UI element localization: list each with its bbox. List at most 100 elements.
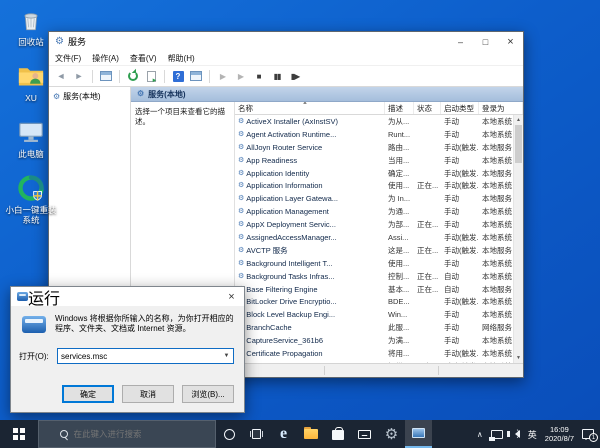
browse-button[interactable]: 浏览(B)... bbox=[182, 385, 234, 403]
open-combobox[interactable]: ▼ bbox=[57, 348, 234, 364]
service-name: BitLocker Drive Encryptio... bbox=[246, 297, 337, 307]
mail-button[interactable] bbox=[351, 420, 378, 448]
search-input[interactable] bbox=[73, 429, 204, 439]
refresh-icon[interactable] bbox=[126, 69, 140, 83]
menu-file[interactable]: 文件(F) bbox=[55, 53, 81, 64]
service-desc: 为通... bbox=[388, 207, 410, 217]
service-logon: 本地系统 bbox=[482, 129, 512, 139]
column-header-logon-as[interactable]: 登录为 bbox=[479, 102, 523, 114]
service-row[interactable]: ⚙ Agent Activation Runtime... Runt... 手动 本地系… bbox=[235, 128, 513, 141]
service-startup: 自动 bbox=[444, 284, 459, 294]
cortana-button[interactable] bbox=[216, 420, 243, 448]
store-button[interactable] bbox=[324, 420, 351, 448]
run-close-button[interactable]: × bbox=[219, 287, 244, 306]
open-input[interactable] bbox=[58, 349, 220, 363]
service-logon: 本地系统 bbox=[482, 348, 512, 358]
desktop-icon-recycle-bin[interactable]: 回收站 bbox=[5, 5, 57, 47]
service-desc: Runt... bbox=[388, 129, 411, 139]
taskbar-clock[interactable]: 16:09 2020/8/7 bbox=[545, 425, 574, 443]
network-icon[interactable] bbox=[488, 429, 503, 441]
service-startup: 手动 bbox=[444, 220, 459, 230]
service-row[interactable]: ⚙CaptureService_361b6为满...手动本地系统 bbox=[235, 334, 513, 347]
task-view-button[interactable] bbox=[243, 420, 270, 448]
vertical-scrollbar[interactable]: ▲ ▼ bbox=[513, 115, 523, 363]
service-row[interactable]: ⚙BranchCache此服...手动网络服务 bbox=[235, 321, 513, 334]
show-hidden-icons-chevron[interactable]: ∧ bbox=[477, 430, 483, 439]
service-desc: 使用... bbox=[388, 181, 410, 191]
service-row[interactable]: ⚙ Application Information 使用... 正在... 手动(触发.… bbox=[235, 179, 513, 192]
file-explorer-button[interactable] bbox=[297, 420, 324, 448]
service-row[interactable]: ⚙ AVCTP 服务 这是... 正在... 手动(触发... 本地服务 bbox=[235, 244, 513, 257]
services-list: ▲ 名称 描述 状态 启动类型 登录为 ⚙ ActiveX Installer (A… bbox=[235, 102, 523, 363]
restart-service-icon[interactable]: ▮▶ bbox=[288, 69, 302, 83]
desktop-icon-this-pc[interactable]: 此电脑 bbox=[5, 117, 57, 159]
service-row[interactable]: ⚙ Background Tasks Infras... 控制... 正在... 自动 本… bbox=[235, 270, 513, 283]
service-gear-icon: ⚙ bbox=[238, 233, 245, 241]
stop-service-icon[interactable]: ■ bbox=[252, 69, 266, 83]
service-startup: 手动 bbox=[444, 310, 459, 320]
desktop-icon-xu-folder[interactable]: XU bbox=[5, 61, 57, 103]
maximize-button[interactable]: □ bbox=[473, 32, 498, 51]
active-window-button[interactable] bbox=[405, 420, 432, 448]
service-row[interactable]: ⚙ App Readiness 当用... 手动 本地系统 bbox=[235, 154, 513, 167]
show-action-pane-icon[interactable] bbox=[189, 69, 203, 83]
scroll-down-icon[interactable]: ▼ bbox=[514, 353, 523, 363]
service-gear-icon: ⚙ bbox=[238, 143, 245, 151]
task-view-icon bbox=[250, 429, 263, 439]
service-row[interactable]: ⚙ AppX Deployment Servic... 为部... 正在... 手动 本地… bbox=[235, 218, 513, 231]
export-list-icon[interactable] bbox=[144, 69, 158, 84]
taskbar: e ⚙ ∧ 英 16:09 2020/8/7 1 bbox=[0, 420, 600, 448]
menu-view[interactable]: 查看(V) bbox=[130, 53, 157, 64]
service-row[interactable]: ⚙ Application Management 为通... 手动 本地系统 bbox=[235, 205, 513, 218]
ime-indicator[interactable]: 英 bbox=[528, 428, 537, 441]
taskbar-search[interactable] bbox=[38, 420, 216, 448]
scrollbar-thumb[interactable] bbox=[515, 125, 522, 163]
forward-icon[interactable]: ► bbox=[72, 69, 86, 83]
volume-icon[interactable] bbox=[506, 428, 520, 438]
service-row[interactable]: ⚙ Application Identity 确定... 手动(触发... 本地服务 bbox=[235, 167, 513, 180]
scroll-up-icon[interactable]: ▲ bbox=[514, 115, 523, 125]
service-row[interactable]: ⚙Certificate Propagation将用...手动(触发...本地系… bbox=[235, 347, 513, 360]
ok-button[interactable]: 确定 bbox=[62, 385, 114, 403]
menu-action[interactable]: 操作(A) bbox=[92, 53, 119, 64]
start-button[interactable] bbox=[0, 420, 38, 448]
service-row[interactable]: ⚙ ActiveX Installer (AxInstSV) 为从... 手动 本地系统 bbox=[235, 115, 513, 128]
column-header-status[interactable]: 状态 bbox=[414, 102, 441, 114]
service-gear-icon: ⚙ bbox=[238, 246, 245, 254]
help-icon[interactable]: ? bbox=[171, 69, 185, 83]
service-row[interactable]: ⚙BitLocker Drive Encryptio...BDE...手动(触发… bbox=[235, 295, 513, 308]
desktop-icon-xiaobai[interactable]: 小白一键重装系统 bbox=[5, 173, 57, 225]
service-name: Certificate Propagation bbox=[246, 348, 323, 358]
service-startup: 手动(触发... bbox=[444, 142, 479, 152]
service-row[interactable]: ⚙Block Level Backup Engi...Win...手动本地系统 bbox=[235, 308, 513, 321]
show-console-tree-icon[interactable] bbox=[99, 69, 113, 83]
edge-button[interactable]: e bbox=[270, 420, 297, 448]
column-header-startup-type[interactable]: 启动类型 bbox=[441, 102, 479, 114]
service-row[interactable]: ⚙ Background Intelligent T... 使用... 手动 本地系统 bbox=[235, 257, 513, 270]
resume-service-icon[interactable]: ▶ bbox=[234, 69, 248, 83]
service-row[interactable]: ⚙ AssignedAccessManager... Assi... 手动(触发...… bbox=[235, 231, 513, 244]
services-taskbar-button[interactable]: ⚙ bbox=[378, 420, 405, 448]
desktop-icon-label: 小白一键重装系统 bbox=[5, 205, 57, 225]
service-logon: 本地系统 bbox=[482, 155, 512, 165]
cancel-button[interactable]: 取消 bbox=[122, 385, 174, 403]
service-row[interactable]: ⚙ AllJoyn Router Service 路由... 手动(触发... 本地服务 bbox=[235, 141, 513, 154]
service-row[interactable]: ⚙Base Filtering Engine基本...正在...自动本地服务 bbox=[235, 283, 513, 296]
action-center-icon[interactable]: 1 bbox=[582, 429, 598, 442]
combo-dropdown-icon[interactable]: ▼ bbox=[220, 349, 233, 363]
service-desc: 基本... bbox=[388, 284, 410, 294]
tree-item-services-local[interactable]: ⚙ 服务(本地) bbox=[49, 90, 130, 103]
start-service-icon[interactable]: ▶ bbox=[216, 69, 230, 83]
column-header-name[interactable]: ▲ 名称 bbox=[235, 102, 385, 114]
run-titlebar[interactable]: 运行 × bbox=[11, 287, 244, 308]
services-titlebar[interactable]: ⚙ 服务 – □ × bbox=[49, 32, 523, 51]
close-button[interactable]: × bbox=[498, 32, 523, 51]
run-dialog-icon bbox=[22, 316, 46, 333]
menu-help[interactable]: 帮助(H) bbox=[168, 53, 195, 64]
column-header-description[interactable]: 描述 bbox=[385, 102, 414, 114]
service-logon: 本地服务 bbox=[482, 245, 512, 255]
minimize-button[interactable]: – bbox=[448, 32, 473, 51]
pause-service-icon[interactable]: ▮▮ bbox=[270, 69, 284, 83]
service-row[interactable]: ⚙ Application Layer Gatewa... 为 In... 手动 本地服… bbox=[235, 192, 513, 205]
panel-header-label: 服务(本地) bbox=[148, 89, 186, 99]
